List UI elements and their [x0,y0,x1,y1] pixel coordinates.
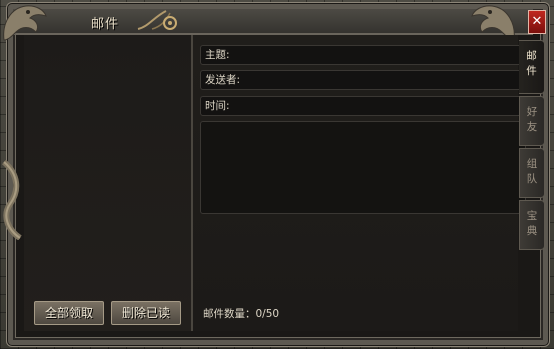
close-icon: ✕ [531,14,543,29]
mail-list-panel[interactable] [24,35,192,331]
dragon-ornament-icon [1,160,22,240]
time-label: 时间: [205,100,230,112]
window-title: 邮件 [91,17,120,32]
subject-field: 主题: [200,45,526,65]
tab-label: 邮 [526,50,537,62]
flourish-icon [137,10,177,30]
tab-mail[interactable]: 邮 件 [519,40,545,94]
tab-label: 宝 [526,210,538,222]
tab-label: 组 [526,158,538,170]
mail-content-box[interactable] [200,121,526,214]
sender-field: 发送者: [200,70,526,90]
time-field: 时间: [200,96,526,116]
tab-friends[interactable]: 好 友 [519,96,545,146]
mail-count: 邮件数量：0/50 [203,308,280,320]
tab-label: 件 [526,65,537,77]
claim-all-button[interactable]: 全部领取 [34,301,104,325]
tab-codex[interactable]: 宝 典 [519,200,545,250]
tab-label: 队 [526,173,538,185]
tab-label: 友 [526,121,538,133]
tab-team[interactable]: 组 队 [519,148,545,198]
tab-label: 典 [526,225,538,237]
close-button[interactable]: ✕ [528,10,546,34]
subject-label: 主题: [205,49,230,61]
tab-label: 好 [526,106,538,118]
sender-label: 发送者: [205,74,241,86]
delete-read-button[interactable]: 删除已读 [111,301,181,325]
